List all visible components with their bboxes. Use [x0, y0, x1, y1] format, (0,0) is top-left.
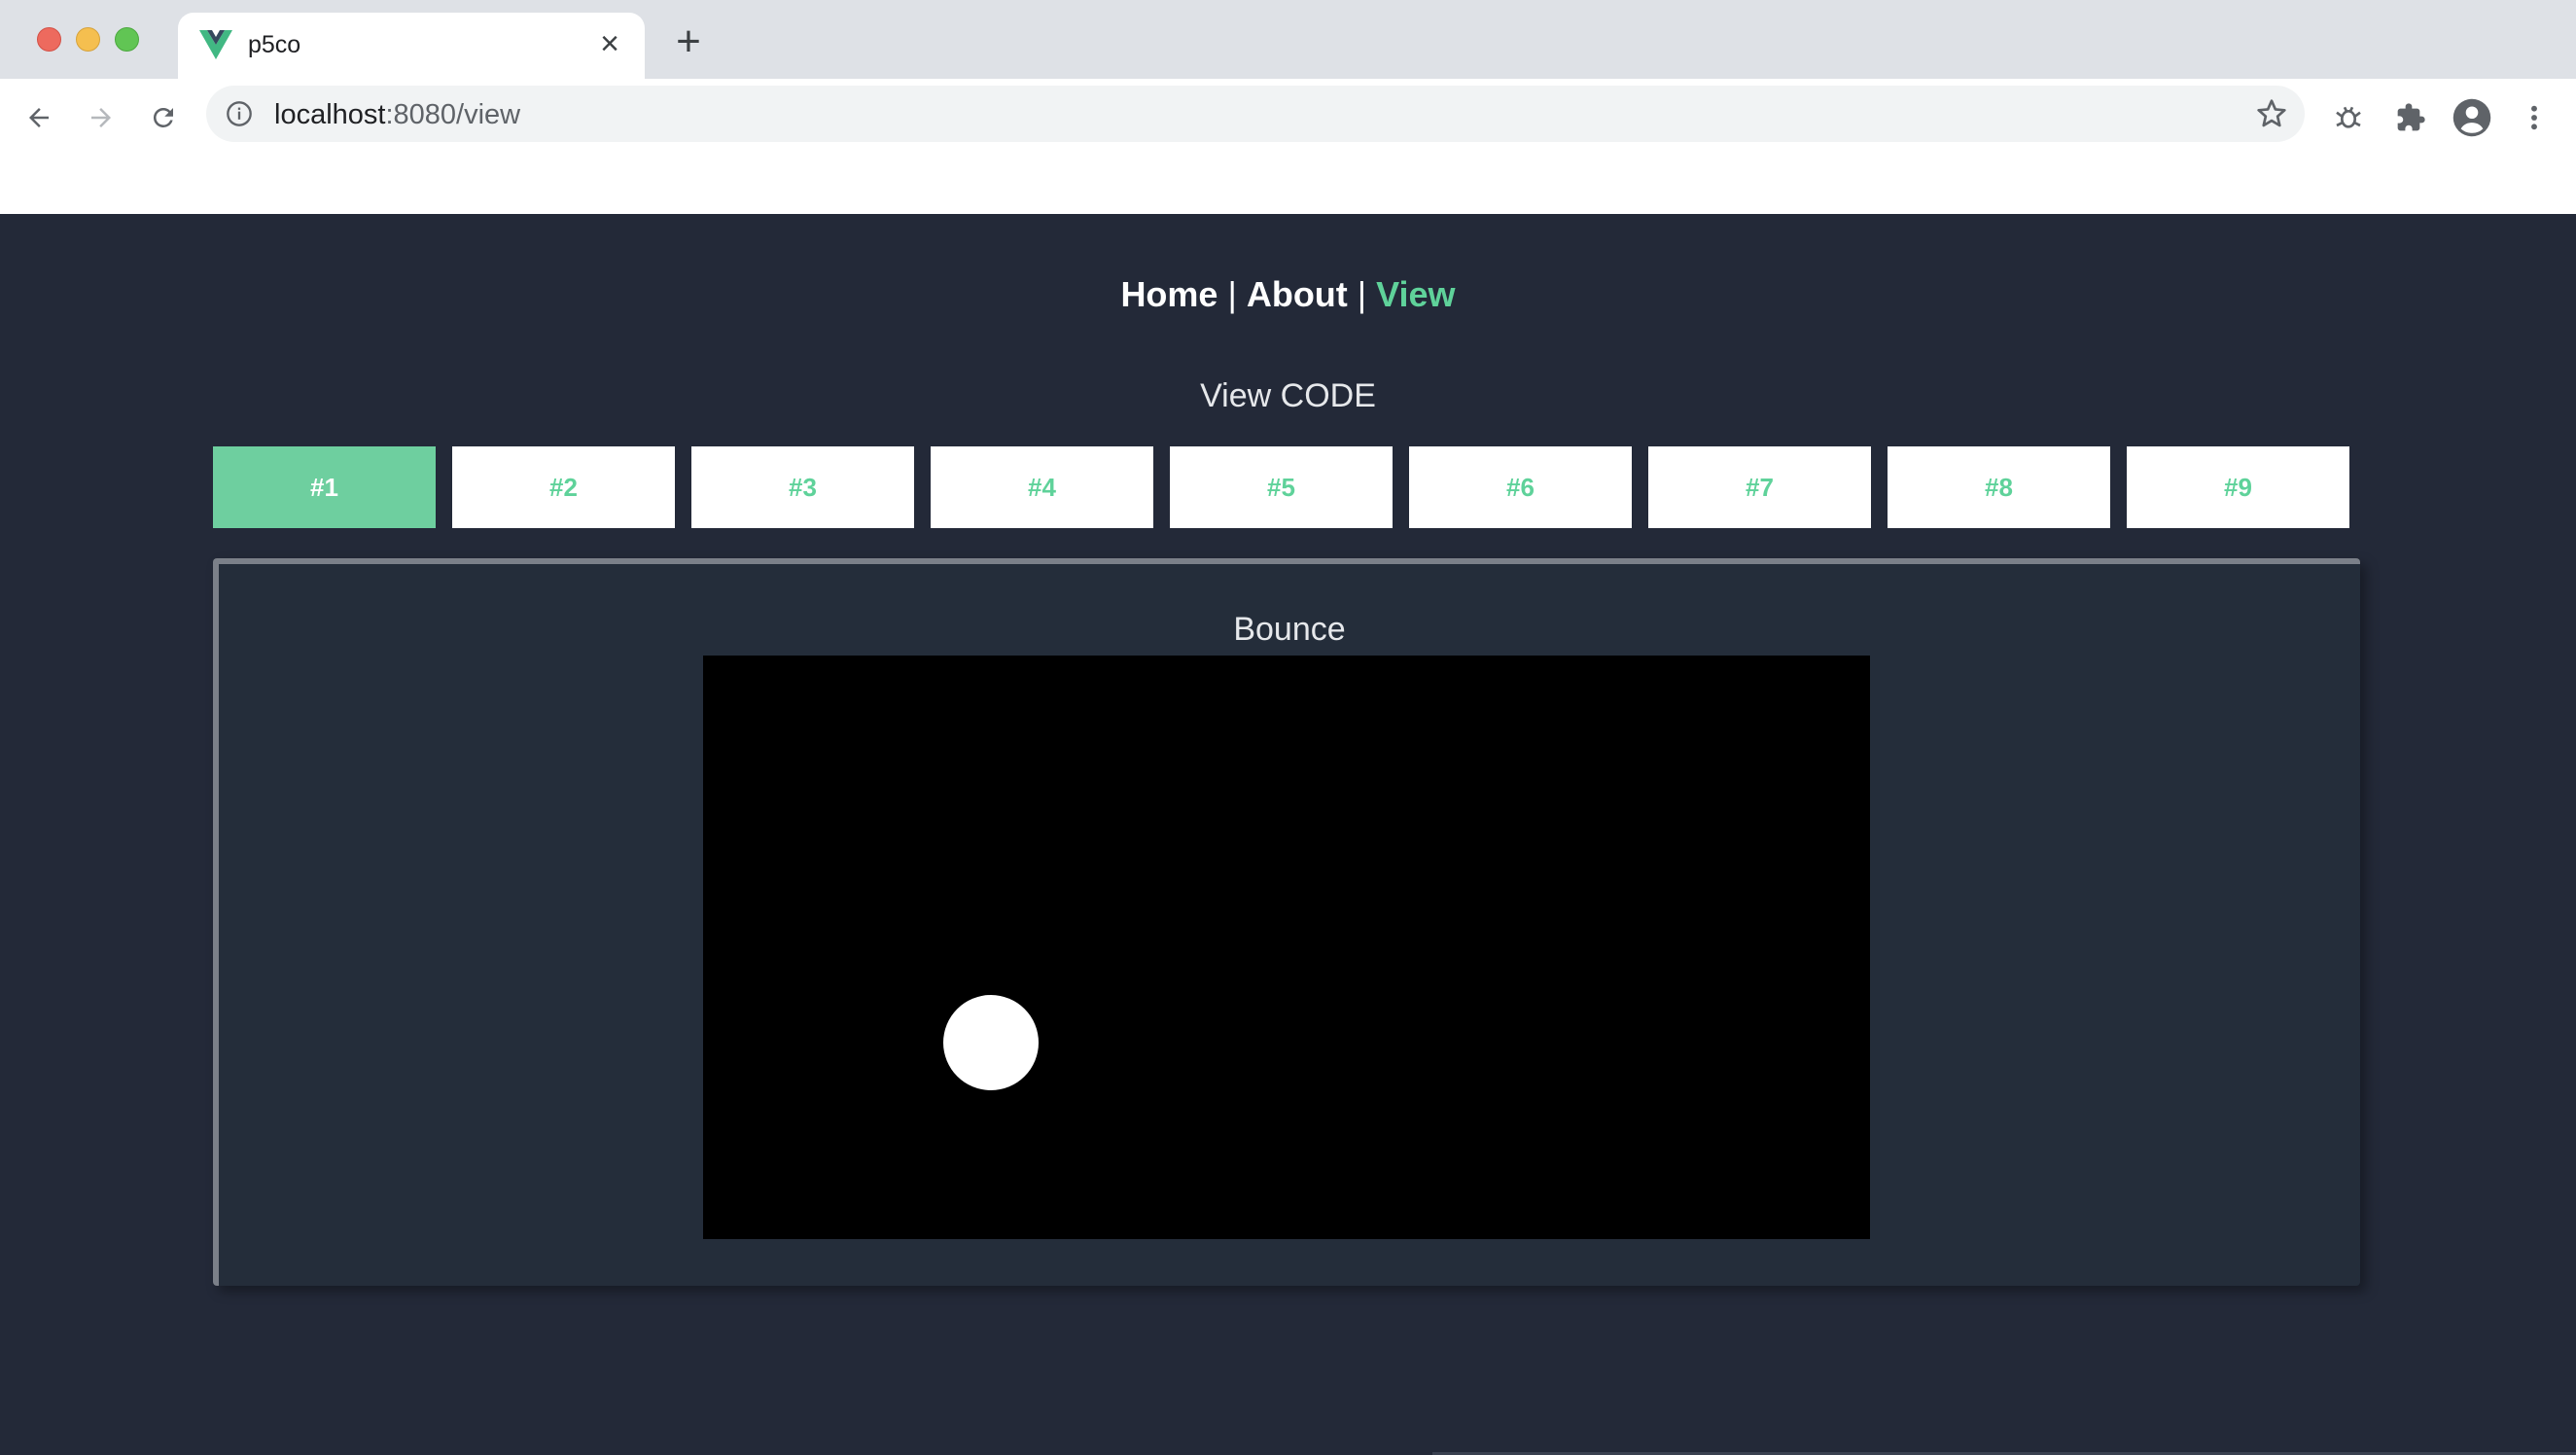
maximize-window-button[interactable] — [115, 27, 139, 52]
sketch-button-1[interactable]: #1 — [213, 446, 436, 528]
back-icon[interactable] — [18, 96, 60, 139]
page-content: Home | About | View View CODE #1 #2 #3 #4 #5 #6 #7… — [0, 214, 2576, 1455]
new-tab-icon[interactable]: + — [671, 20, 706, 63]
sketch-button-9[interactable]: #9 — [2127, 446, 2349, 528]
tab-title: p5co — [248, 31, 301, 58]
bouncing-ball — [943, 995, 1039, 1090]
vue-logo-icon — [199, 30, 232, 59]
sketch-button-5[interactable]: #5 — [1170, 446, 1393, 528]
sketch-title: Bounce — [1233, 611, 1346, 648]
browser-menu-icon[interactable] — [2513, 96, 2556, 139]
nav-separator: | — [1357, 274, 1367, 314]
page-heading: View CODE — [1200, 377, 1376, 414]
bookmark-star-icon[interactable] — [2256, 98, 2287, 129]
sketch-button-3[interactable]: #3 — [691, 446, 914, 528]
sketch-button-4[interactable]: #4 — [931, 446, 1153, 528]
sketch-panel: Bounce — [213, 558, 2360, 1286]
top-nav: Home | About | View — [0, 274, 2576, 315]
minimize-window-button[interactable] — [76, 27, 100, 52]
reload-icon[interactable] — [142, 96, 185, 139]
extension-bug-icon[interactable] — [2327, 96, 2370, 139]
close-window-button[interactable] — [37, 27, 61, 52]
extensions-puzzle-icon[interactable] — [2389, 96, 2432, 139]
profile-avatar-icon[interactable] — [2451, 96, 2493, 139]
nav-link-about[interactable]: About — [1247, 274, 1348, 314]
browser-tab[interactable]: p5co × — [178, 13, 645, 79]
sketch-button-2[interactable]: #2 — [452, 446, 675, 528]
url-text: localhost:8080/view — [274, 99, 521, 130]
nav-link-view[interactable]: View — [1376, 274, 1455, 314]
p5-canvas[interactable] — [703, 656, 1870, 1239]
sketch-button-7[interactable]: #7 — [1648, 446, 1871, 528]
close-tab-icon[interactable]: × — [592, 26, 627, 61]
nav-separator: | — [1227, 274, 1237, 314]
info-icon[interactable] — [226, 100, 253, 127]
forward-icon[interactable] — [80, 96, 123, 139]
sketch-button-8[interactable]: #8 — [1888, 446, 2110, 528]
sketch-button-6[interactable]: #6 — [1409, 446, 1632, 528]
address-bar[interactable]: localhost:8080/view — [206, 86, 2305, 142]
nav-link-home[interactable]: Home — [1120, 274, 1217, 314]
browser-toolbar: localhost:8080/view — [0, 79, 2576, 214]
tab-strip: p5co × + — [0, 0, 2576, 79]
